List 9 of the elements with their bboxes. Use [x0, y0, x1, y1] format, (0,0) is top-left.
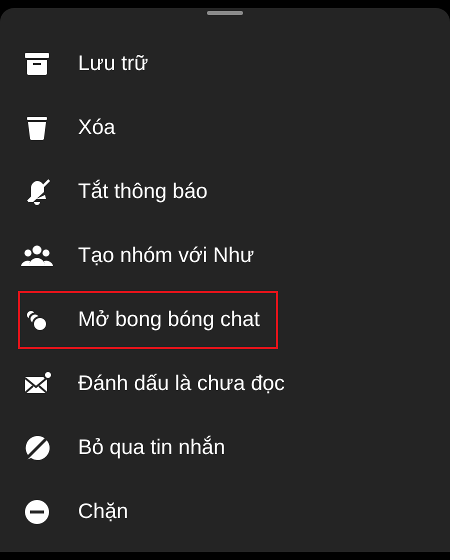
- menu-item[interactable]: Chặn: [18, 483, 146, 541]
- menu-item[interactable]: Bỏ qua tin nhắn: [18, 419, 244, 477]
- menu-item[interactable]: Lưu trữ: [18, 35, 166, 93]
- menu-item[interactable]: Tắt thông báo: [18, 163, 226, 221]
- drag-handle[interactable]: [207, 11, 243, 15]
- menu-item[interactable]: Tạo nhóm với Như: [18, 227, 272, 285]
- menu-item[interactable]: Xóa: [18, 99, 134, 157]
- menu-item[interactable]: Đánh dấu là chưa đọc: [18, 355, 303, 413]
- menu-item[interactable]: Mở bong bóng chat: [18, 291, 278, 349]
